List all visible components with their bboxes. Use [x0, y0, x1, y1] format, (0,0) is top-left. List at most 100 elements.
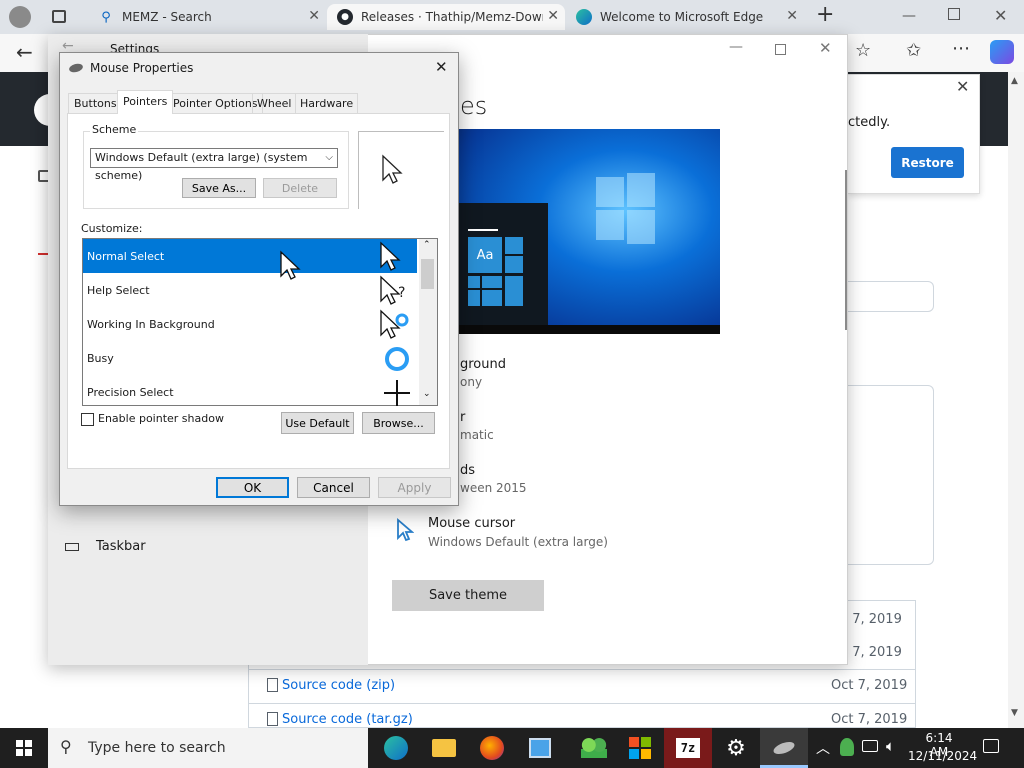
7zip-icon: 7z: [676, 738, 700, 758]
close-popup-icon[interactable]: ✕: [956, 77, 969, 96]
start-button[interactable]: [0, 728, 48, 768]
list-item-busy[interactable]: Busy: [83, 341, 417, 375]
tab-hardware[interactable]: Hardware: [295, 93, 359, 113]
item-title: ds: [460, 463, 476, 478]
people-icon: [581, 738, 607, 758]
browser-tab-strip: ⚲ MEMZ - Search ✕ ● Releases · Thathip/M…: [0, 0, 1024, 34]
tab-actions-icon[interactable]: [52, 10, 66, 23]
copilot-icon[interactable]: [990, 40, 1014, 64]
scroll-down-arrow[interactable]: ▼: [1011, 708, 1018, 718]
tab-pointer-options[interactable]: Pointer Options: [168, 93, 263, 113]
page-scrollbar[interactable]: ▲ ▼: [1008, 72, 1024, 728]
folder-icon: [432, 739, 456, 757]
maximize-button[interactable]: [775, 44, 786, 55]
taskbar-edge[interactable]: [372, 728, 420, 768]
search-icon: ⚲: [101, 9, 111, 25]
taskbar-search-box[interactable]: ⚲ Type here to search: [48, 728, 368, 768]
item-sub: ween 2015: [460, 481, 527, 495]
ok-button[interactable]: OK: [216, 477, 289, 498]
notifications-icon[interactable]: [983, 739, 999, 753]
asset-row-separator: [249, 669, 915, 670]
favorite-star-icon[interactable]: ☆: [855, 40, 871, 61]
close-tab-icon[interactable]: ✕: [547, 8, 559, 24]
item-title: r: [460, 410, 466, 425]
dialog-title: Mouse Properties: [90, 61, 194, 75]
use-default-button[interactable]: Use Default: [281, 412, 354, 434]
settings-scrollbar[interactable]: [845, 170, 847, 330]
tab-buttons[interactable]: Buttons: [68, 93, 123, 113]
tab-wheel[interactable]: Wheel: [252, 93, 297, 113]
start-menu-preview: Aa: [450, 203, 548, 325]
delete-button[interactable]: Delete: [263, 178, 337, 198]
taskbar-firefox[interactable]: [468, 728, 516, 768]
close-window-button[interactable]: ✕: [819, 39, 832, 57]
page-heading: es: [460, 92, 488, 120]
close-dialog-button[interactable]: ✕: [435, 58, 448, 76]
minimize-button[interactable]: —: [729, 39, 743, 55]
save-as-button[interactable]: Save As...: [182, 178, 256, 198]
asset-link-zip[interactable]: Source code (zip): [282, 678, 395, 693]
new-tab-button[interactable]: +: [816, 4, 838, 28]
github-release-card: [848, 385, 934, 565]
network-icon[interactable]: [862, 740, 878, 752]
taskbar-settings[interactable]: ⚙: [712, 728, 760, 768]
favorites-icon[interactable]: ✩: [906, 40, 921, 61]
asset-row-separator: [249, 703, 915, 704]
taskbar-people-app[interactable]: [564, 728, 624, 768]
nav-item-taskbar[interactable]: Taskbar: [62, 536, 352, 560]
taskbar-7zip[interactable]: 7z: [664, 728, 712, 768]
edge-icon: [384, 736, 408, 760]
hidden-icons-chevron-icon[interactable]: ︿: [816, 738, 830, 758]
profile-avatar[interactable]: [9, 6, 31, 28]
taskbar-file-explorer[interactable]: [420, 728, 468, 768]
apply-button[interactable]: Apply: [378, 477, 451, 498]
tab-title: Releases · Thathip/Memz-Downlo: [361, 10, 543, 24]
firefox-icon: [480, 736, 504, 760]
tray-person-icon[interactable]: [840, 738, 854, 756]
tile-aa: Aa: [468, 237, 502, 273]
maximize-button[interactable]: [948, 8, 960, 20]
save-theme-button[interactable]: Save theme: [392, 580, 544, 611]
taskbar-microsoft-store[interactable]: [616, 728, 664, 768]
theme-item-background[interactable]: ground ony: [460, 357, 760, 397]
volume-icon[interactable]: 🔈︎: [886, 737, 895, 755]
scroll-thumb[interactable]: [421, 259, 434, 289]
restore-button[interactable]: Restore: [891, 147, 964, 178]
list-item-precision-select[interactable]: Precision Select: [83, 375, 417, 409]
mouse-cursor-icon: [397, 518, 414, 542]
taskbar-mouse-properties[interactable]: [760, 728, 808, 768]
scroll-up-arrow[interactable]: ▲: [1011, 76, 1018, 86]
list-item-help-select[interactable]: Help Select ?: [83, 273, 417, 307]
browse-button[interactable]: Browse...: [362, 412, 435, 434]
nav-label: Taskbar: [96, 539, 146, 554]
tab-welcome-edge[interactable]: Welcome to Microsoft Edge ✕: [566, 4, 804, 30]
list-item-normal-select[interactable]: Normal Select: [83, 239, 417, 273]
back-arrow-icon[interactable]: ←: [16, 40, 33, 64]
scroll-up-arrow[interactable]: ⌃: [423, 240, 431, 250]
tab-pointers[interactable]: Pointers: [117, 90, 174, 114]
theme-item-mouse-cursor[interactable]: Mouse cursor Windows Default (extra larg…: [396, 516, 756, 556]
cancel-button[interactable]: Cancel: [297, 477, 370, 498]
tab-releases[interactable]: ● Releases · Thathip/Memz-Downlo ✕: [327, 4, 565, 30]
scheme-dropdown[interactable]: Windows Default (extra large) (system sc…: [90, 148, 338, 182]
tab-memz-search[interactable]: ⚲ MEMZ - Search ✕: [88, 4, 326, 30]
github-search-box[interactable]: [848, 281, 934, 312]
theme-item-sounds[interactable]: ds ween 2015: [460, 463, 760, 503]
help-select-cursor-icon: ?: [380, 275, 405, 305]
svg-text:?: ?: [398, 285, 405, 301]
clock-date[interactable]: 12/11/2024: [908, 749, 977, 763]
taskbar-app-window[interactable]: [516, 728, 564, 768]
close-tab-icon[interactable]: ✕: [308, 8, 320, 24]
list-item-working-in-background[interactable]: Working In Background: [83, 307, 417, 341]
close-window-button[interactable]: ✕: [994, 6, 1007, 25]
minimize-button[interactable]: —: [902, 8, 916, 24]
close-tab-icon[interactable]: ✕: [786, 8, 798, 24]
taskbar-preview: [450, 325, 720, 334]
list-scrollbar[interactable]: ⌃ ⌄: [419, 239, 437, 405]
theme-item-color[interactable]: r matic: [460, 410, 760, 450]
zip-file-icon: [267, 678, 278, 692]
pointer-shadow-checkbox[interactable]: [81, 413, 94, 426]
scroll-down-arrow[interactable]: ⌄: [423, 389, 431, 399]
asset-link-targz[interactable]: Source code (tar.gz): [282, 712, 413, 727]
more-menu-icon[interactable]: ⋯: [952, 38, 970, 59]
